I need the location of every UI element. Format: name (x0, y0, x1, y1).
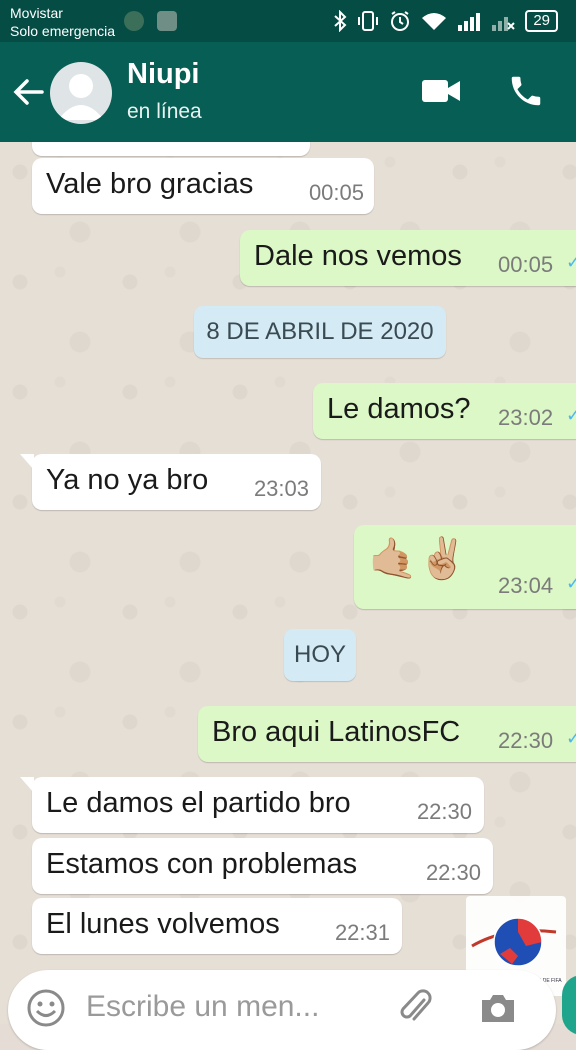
back-arrow-icon[interactable] (12, 76, 44, 108)
message-text: Bro aqui LatinosFC (212, 716, 461, 748)
message-input[interactable]: Escribe un men... (86, 990, 319, 1024)
message-text: Dale nos vemos (254, 240, 462, 272)
signal-icon (458, 13, 481, 31)
bubble-tail (20, 777, 34, 793)
phone-icon[interactable] (507, 72, 545, 110)
read-check-icon: ✓ (566, 573, 576, 593)
alarm-icon (391, 11, 410, 31)
message-time: 22:30 (498, 728, 554, 753)
read-check-icon: ✓ (566, 728, 576, 748)
message-time: 23:03 (253, 476, 309, 501)
wifi-icon (422, 13, 447, 30)
message-bubble[interactable]: 🤙🏼✌🏼 23:04 ✓ (354, 525, 576, 609)
video-call-icon[interactable] (420, 76, 462, 106)
message-time: 00:05 (498, 252, 554, 277)
carrier-name: Movistar (10, 5, 63, 21)
message-emoji: 🤙🏼✌🏼 (368, 537, 468, 581)
message-bubble[interactable]: Le damos el partido bro 22:30 (32, 777, 484, 833)
attach-icon[interactable] (396, 988, 436, 1028)
battery-icon: 29 (525, 10, 558, 32)
vibrate-icon (358, 11, 379, 31)
status-bar: Movistar Solo emergencia 29 (0, 0, 576, 42)
bluetooth-icon (334, 10, 347, 32)
notification-screenshot-icon (157, 11, 177, 31)
message-text: Le damos? (327, 393, 471, 425)
status-icons: 29 (333, 8, 576, 34)
message-time: 22:31 (334, 920, 390, 945)
message-input-bar: Escribe un men... (8, 970, 556, 1050)
carrier-info: Movistar Solo emergencia (10, 4, 115, 40)
message-time: 00:05 (308, 180, 364, 205)
signal-x-icon (492, 17, 516, 31)
message-bubble[interactable]: Estamos con problemas 22:30 (32, 838, 493, 894)
send-voice-button[interactable] (562, 975, 576, 1035)
message-text: El lunes volvemos (46, 908, 280, 940)
message-bubble[interactable]: Le damos? 23:02 ✓ (313, 383, 576, 439)
message-bubble[interactable]: Vale bro gracias 00:05 (32, 158, 374, 214)
message-text: Le damos el partido bro (46, 787, 351, 819)
bubble-tail (20, 454, 34, 470)
message-time: 22:30 (425, 860, 481, 885)
read-check-icon: ✓ (566, 405, 576, 425)
message-time: 23:04 (498, 573, 554, 598)
message-text: Estamos con problemas (46, 848, 358, 880)
message-bubble[interactable]: Dale nos vemos 00:05 ✓ (240, 230, 576, 286)
contact-status: en línea (127, 100, 202, 123)
message-bubble[interactable]: El lunes volvemos 22:31 (32, 898, 402, 954)
message-bubble[interactable]: Ya no ya bro 23:03 (32, 454, 321, 510)
chat-header: Niupi en línea (0, 42, 576, 142)
ball-logo-icon (471, 917, 557, 967)
message-bubble[interactable]: Bro aqui LatinosFC 22:30 ✓ (198, 706, 576, 762)
message-text: Ya no ya bro (46, 464, 209, 496)
message-text: Vale bro gracias (46, 168, 254, 200)
emoji-icon[interactable] (26, 988, 66, 1028)
avatar-icon[interactable] (50, 62, 112, 124)
contact-name[interactable]: Niupi (127, 58, 200, 91)
network-status: Solo emergencia (10, 23, 116, 39)
message-time: 22:30 (416, 799, 472, 824)
date-chip: HOY (284, 629, 356, 681)
partial-message (32, 142, 310, 156)
notification-app-icon (124, 11, 144, 31)
date-chip: 8 DE ABRIL DE 2020 (194, 306, 446, 358)
read-check-icon: ✓ (566, 252, 576, 272)
chat-area[interactable]: Vale bro gracias 00:05 Dale nos vemos 00… (0, 142, 576, 1024)
camera-icon[interactable] (478, 990, 518, 1026)
message-time: 23:02 (498, 405, 554, 430)
